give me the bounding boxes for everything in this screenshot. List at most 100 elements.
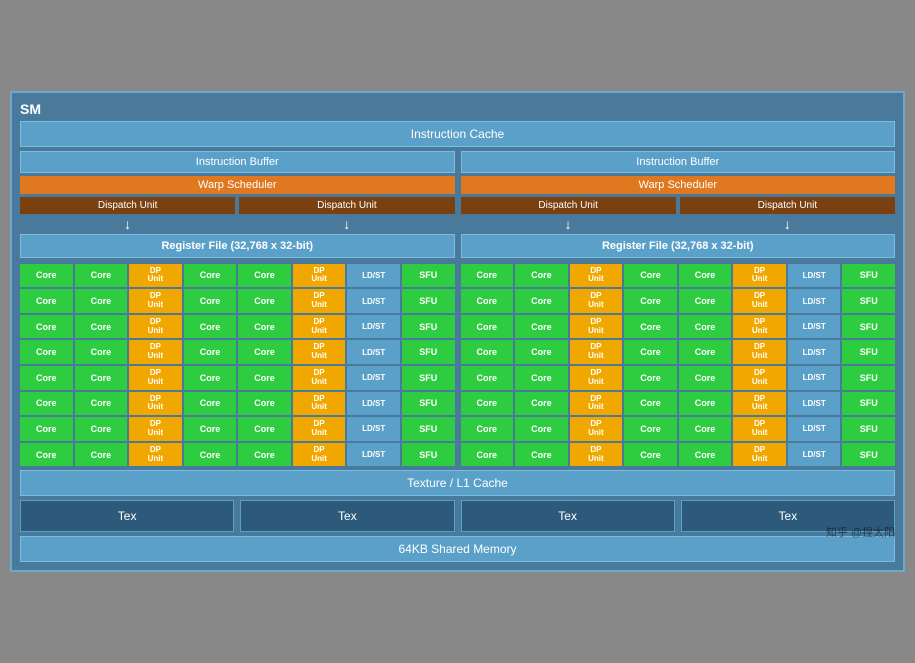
dp-cell: DPUnit	[129, 392, 182, 416]
shared-memory: 64KB Shared Memory	[20, 536, 895, 562]
dp-cell: DPUnit	[293, 366, 346, 390]
ldst-cell: LD/ST	[347, 417, 400, 441]
dp-cell: DPUnit	[129, 443, 182, 467]
right-row-7: Core Core DPUnit Core Core DPUnit LD/ST …	[461, 417, 896, 441]
core-cell: Core	[75, 264, 128, 288]
sfu-cell: SFU	[842, 366, 895, 390]
tex-unit-3: Tex	[461, 500, 675, 532]
core-cell: Core	[238, 417, 291, 441]
dp-cell: DPUnit	[570, 443, 623, 467]
core-cell: Core	[515, 443, 568, 467]
left-dispatch-1: Dispatch Unit	[20, 197, 235, 214]
ldst-cell: LD/ST	[788, 392, 841, 416]
core-cell: Core	[461, 289, 514, 313]
right-dispatch-2: Dispatch Unit	[680, 197, 895, 214]
dp-cell: DPUnit	[129, 315, 182, 339]
ldst-cell: LD/ST	[788, 264, 841, 288]
sm-title: SM	[20, 101, 895, 117]
core-cell: Core	[184, 443, 237, 467]
right-arrow-2: ↓	[680, 217, 895, 231]
sfu-cell: SFU	[402, 417, 455, 441]
core-cell: Core	[515, 264, 568, 288]
sfu-cell: SFU	[842, 340, 895, 364]
core-cell: Core	[679, 264, 732, 288]
sfu-cell: SFU	[402, 315, 455, 339]
left-arrow-2: ↓	[239, 217, 454, 231]
core-cell: Core	[679, 392, 732, 416]
core-cell: Core	[184, 366, 237, 390]
core-cell: Core	[624, 392, 677, 416]
core-cell: Core	[20, 366, 73, 390]
dp-cell: DPUnit	[733, 417, 786, 441]
texture-l1-cache: Texture / L1 Cache	[20, 470, 895, 496]
left-row-8: Core Core DPUnit Core Core DPUnit LD/ST …	[20, 443, 455, 467]
sfu-cell: SFU	[842, 315, 895, 339]
dp-cell: DPUnit	[570, 340, 623, 364]
two-col-layout: Instruction Buffer Warp Scheduler Dispat…	[20, 151, 895, 467]
core-cell: Core	[184, 340, 237, 364]
dp-cell: DPUnit	[733, 264, 786, 288]
right-arrow-row: ↓ ↓	[461, 217, 896, 231]
core-cell: Core	[624, 443, 677, 467]
dp-cell: DPUnit	[293, 443, 346, 467]
right-row-3: Core Core DPUnit Core Core DPUnit LD/ST …	[461, 315, 896, 339]
dp-cell: DPUnit	[570, 392, 623, 416]
core-cell: Core	[238, 443, 291, 467]
dp-cell: DPUnit	[129, 366, 182, 390]
right-arrow-1: ↓	[461, 217, 676, 231]
dp-cell: DPUnit	[293, 392, 346, 416]
left-arrow-1: ↓	[20, 217, 235, 231]
ldst-cell: LD/ST	[347, 315, 400, 339]
core-cell: Core	[515, 417, 568, 441]
dp-cell: DPUnit	[733, 340, 786, 364]
sm-container: SM Instruction Cache Instruction Buffer …	[10, 91, 905, 573]
dp-cell: DPUnit	[570, 264, 623, 288]
right-instr-buffer: Instruction Buffer	[461, 151, 896, 173]
core-cell: Core	[184, 315, 237, 339]
tex-unit-2: Tex	[240, 500, 454, 532]
core-cell: Core	[624, 340, 677, 364]
core-cell: Core	[184, 417, 237, 441]
core-cell: Core	[184, 289, 237, 313]
left-row-6: Core Core DPUnit Core Core DPUnit LD/ST …	[20, 392, 455, 416]
left-cores-grid: Core Core DPUnit Core Core DPUnit LD/ST …	[20, 264, 455, 467]
core-cell: Core	[679, 443, 732, 467]
instruction-cache: Instruction Cache	[20, 121, 895, 147]
core-cell: Core	[75, 392, 128, 416]
core-cell: Core	[679, 417, 732, 441]
dp-cell: DPUnit	[733, 315, 786, 339]
ldst-cell: LD/ST	[788, 417, 841, 441]
core-cell: Core	[515, 392, 568, 416]
left-row-7: Core Core DPUnit Core Core DPUnit LD/ST …	[20, 417, 455, 441]
ldst-cell: LD/ST	[347, 392, 400, 416]
ldst-cell: LD/ST	[788, 366, 841, 390]
core-cell: Core	[75, 443, 128, 467]
core-cell: Core	[624, 366, 677, 390]
right-row-8: Core Core DPUnit Core Core DPUnit LD/ST …	[461, 443, 896, 467]
core-cell: Core	[20, 392, 73, 416]
sfu-cell: SFU	[842, 417, 895, 441]
right-warp-scheduler: Warp Scheduler	[461, 176, 896, 194]
left-dispatch-row: Dispatch Unit Dispatch Unit	[20, 197, 455, 214]
right-cores-grid: Core Core DPUnit Core Core DPUnit LD/ST …	[461, 264, 896, 467]
core-cell: Core	[20, 417, 73, 441]
core-cell: Core	[461, 366, 514, 390]
core-cell: Core	[461, 417, 514, 441]
left-instr-buffer: Instruction Buffer	[20, 151, 455, 173]
core-cell: Core	[238, 366, 291, 390]
core-cell: Core	[75, 366, 128, 390]
dp-cell: DPUnit	[129, 340, 182, 364]
ldst-cell: LD/ST	[347, 340, 400, 364]
core-cell: Core	[75, 417, 128, 441]
right-register-file: Register File (32,768 x 32-bit)	[461, 234, 896, 258]
core-cell: Core	[679, 289, 732, 313]
core-cell: Core	[624, 264, 677, 288]
tex-unit-1: Tex	[20, 500, 234, 532]
core-cell: Core	[515, 366, 568, 390]
core-cell: Core	[20, 289, 73, 313]
core-cell: Core	[238, 289, 291, 313]
core-cell: Core	[184, 264, 237, 288]
sfu-cell: SFU	[842, 264, 895, 288]
core-cell: Core	[679, 315, 732, 339]
left-row-5: Core Core DPUnit Core Core DPUnit LD/ST …	[20, 366, 455, 390]
